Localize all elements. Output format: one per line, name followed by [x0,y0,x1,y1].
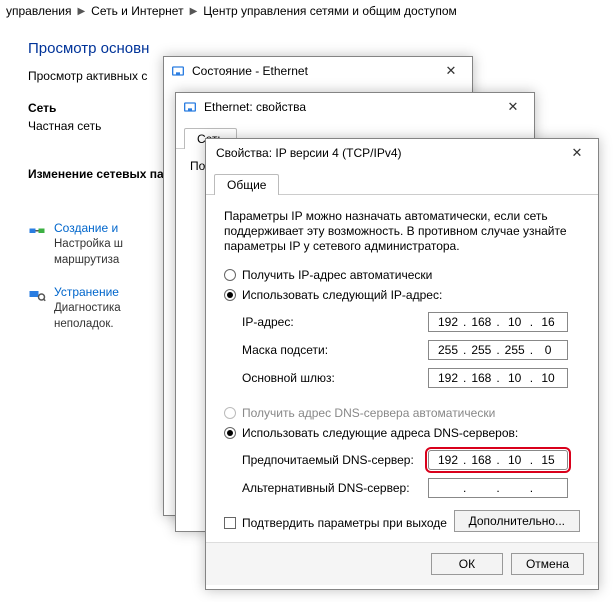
dialog-body: Параметры IP можно назначать автоматичес… [206,195,598,542]
tab-general[interactable]: Общие [214,174,279,195]
input-preferred-dns[interactable]: 192. 168. 10. 15 [428,450,568,470]
task-desc: неполадок. [54,317,121,331]
breadcrumb-item[interactable]: Центр управления сетями и общим доступом [203,4,457,18]
label-ip: IP-адрес: [242,315,428,329]
close-icon[interactable]: ✕ [436,63,466,79]
troubleshoot-icon [28,285,46,303]
radio-ip-manual[interactable]: Использовать следующий IP-адрес: [224,288,580,302]
advanced-button[interactable]: Дополнительно... [454,510,580,532]
ethernet-icon [170,63,186,79]
ethernet-icon [182,99,198,115]
chevron-right-icon: ▶ [77,6,85,17]
task-desc: Настройка ш [54,237,123,251]
connection-icon [28,221,46,239]
task-desc: Диагностика [54,301,121,315]
titlebar[interactable]: Ethernet: свойства ✕ [176,93,534,121]
intro-text: Параметры IP можно назначать автоматичес… [224,209,580,254]
chevron-right-icon: ▶ [190,6,198,17]
radio-label: Использовать следующий IP-адрес: [242,288,442,302]
radio-icon [224,427,236,439]
radio-icon [224,289,236,301]
label-gateway: Основной шлюз: [242,371,428,385]
window-ipv4-properties: Свойства: IP версии 4 (TCP/IPv4) ✕ Общие… [205,138,599,590]
radio-label: Получить IP-адрес автоматически [242,268,432,282]
radio-label: Получить адрес DNS-сервера автоматически [242,406,495,420]
task-desc: маршрутиза [54,253,123,267]
radio-label: Использовать следующие адреса DNS-сервер… [242,426,518,440]
close-icon[interactable]: ✕ [562,145,592,161]
radio-dns-auto: Получить адрес DNS-сервера автоматически [224,406,580,420]
input-alternate-dns[interactable]: . . . [428,478,568,498]
input-subnet-mask[interactable]: 255. 255. 255. 0 [428,340,568,360]
breadcrumb-item[interactable]: Сеть и Интернет [91,4,183,18]
tab-bar: Общие [206,167,598,195]
task-title: Устранение [54,285,121,299]
input-gateway[interactable]: 192. 168. 10. 10 [428,368,568,388]
window-title: Свойства: IP версии 4 (TCP/IPv4) [216,146,562,160]
breadcrumb: управления ▶ Сеть и Интернет ▶ Центр упр… [0,0,615,22]
radio-icon [224,269,236,281]
cancel-button[interactable]: Отмена [511,553,584,575]
titlebar[interactable]: Состояние - Ethernet ✕ [164,57,472,85]
radio-icon [224,407,236,419]
radio-dns-manual[interactable]: Использовать следующие адреса DNS-сервер… [224,426,580,440]
checkbox-icon [224,517,236,529]
window-title: Состояние - Ethernet [192,64,436,78]
dialog-buttons: ОК Отмена [206,542,598,585]
page-title: Просмотр основн [28,40,615,57]
checkbox-label: Подтвердить параметры при выходе [242,516,447,530]
close-icon[interactable]: ✕ [498,99,528,115]
window-title: Ethernet: свойства [204,100,498,114]
label-dns2: Альтернативный DNS-сервер: [242,481,428,495]
radio-ip-auto[interactable]: Получить IP-адрес автоматически [224,268,580,282]
titlebar[interactable]: Свойства: IP версии 4 (TCP/IPv4) ✕ [206,139,598,167]
input-ip-address[interactable]: 192. 168. 10. 16 [428,312,568,332]
ok-button[interactable]: ОК [431,553,503,575]
label-mask: Маска подсети: [242,343,428,357]
task-title: Создание и [54,221,123,235]
breadcrumb-item[interactable]: управления [6,4,71,18]
label: По [190,159,205,173]
label-dns1: Предпочитаемый DNS-сервер: [242,453,428,467]
